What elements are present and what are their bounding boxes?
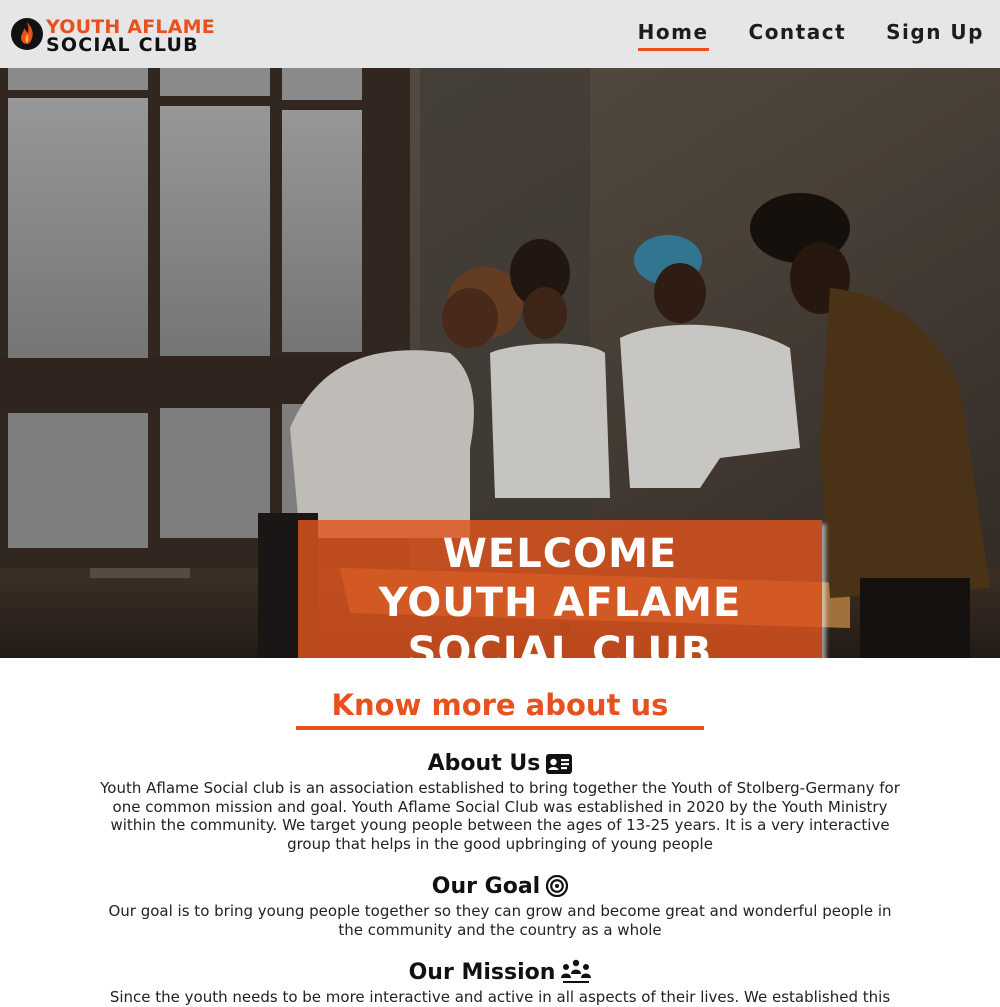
about-us-heading-text: About Us — [427, 751, 541, 776]
flame-logo-icon — [11, 18, 43, 50]
target-icon — [546, 875, 569, 897]
about-us-heading: About Us — [0, 751, 1000, 776]
main-nav: Home Contact Sign Up — [637, 20, 984, 51]
about-section: Know more about us About Us Youth Aflame… — [0, 658, 1000, 1006]
our-goal-heading: Our Goal — [0, 874, 1000, 899]
hero-title-line-1: WELCOME — [442, 530, 678, 577]
our-goal-heading-text: Our Goal — [431, 874, 541, 899]
logo-text-social-club: SOCIAL CLUB — [46, 34, 199, 56]
id-card-icon — [546, 754, 573, 774]
title-underline — [296, 726, 704, 730]
hero-banner: WELCOME YOUTH AFLAME SOCIAL CLUB — [0, 68, 1000, 658]
about-us-text: Youth Aflame Social club is an associati… — [100, 779, 900, 853]
hero-title-line-3: SOCIAL CLUB — [407, 628, 713, 659]
nav-signup-link[interactable]: Sign Up — [886, 20, 984, 51]
hero-title-line-2: YOUTH AFLAME — [378, 579, 742, 626]
section-title: Know more about us — [331, 688, 669, 722]
site-logo[interactable]: YOUTH AFLAME SOCIAL CLUB — [10, 14, 215, 56]
nav-contact-link[interactable]: Contact — [749, 20, 847, 51]
people-group-icon — [561, 959, 592, 983]
our-goal-text: Our goal is to bring young people togeth… — [108, 902, 892, 939]
top-navigation-bar: YOUTH AFLAME SOCIAL CLUB Home Contact Si… — [0, 0, 1000, 68]
our-mission-heading: Our Mission — [0, 959, 1000, 985]
our-mission-text: Since the youth needs to be more interac… — [109, 988, 891, 1006]
welcome-banner: WELCOME YOUTH AFLAME SOCIAL CLUB — [298, 520, 822, 658]
our-mission-heading-text: Our Mission — [408, 960, 556, 985]
nav-home-link[interactable]: Home — [637, 20, 709, 51]
